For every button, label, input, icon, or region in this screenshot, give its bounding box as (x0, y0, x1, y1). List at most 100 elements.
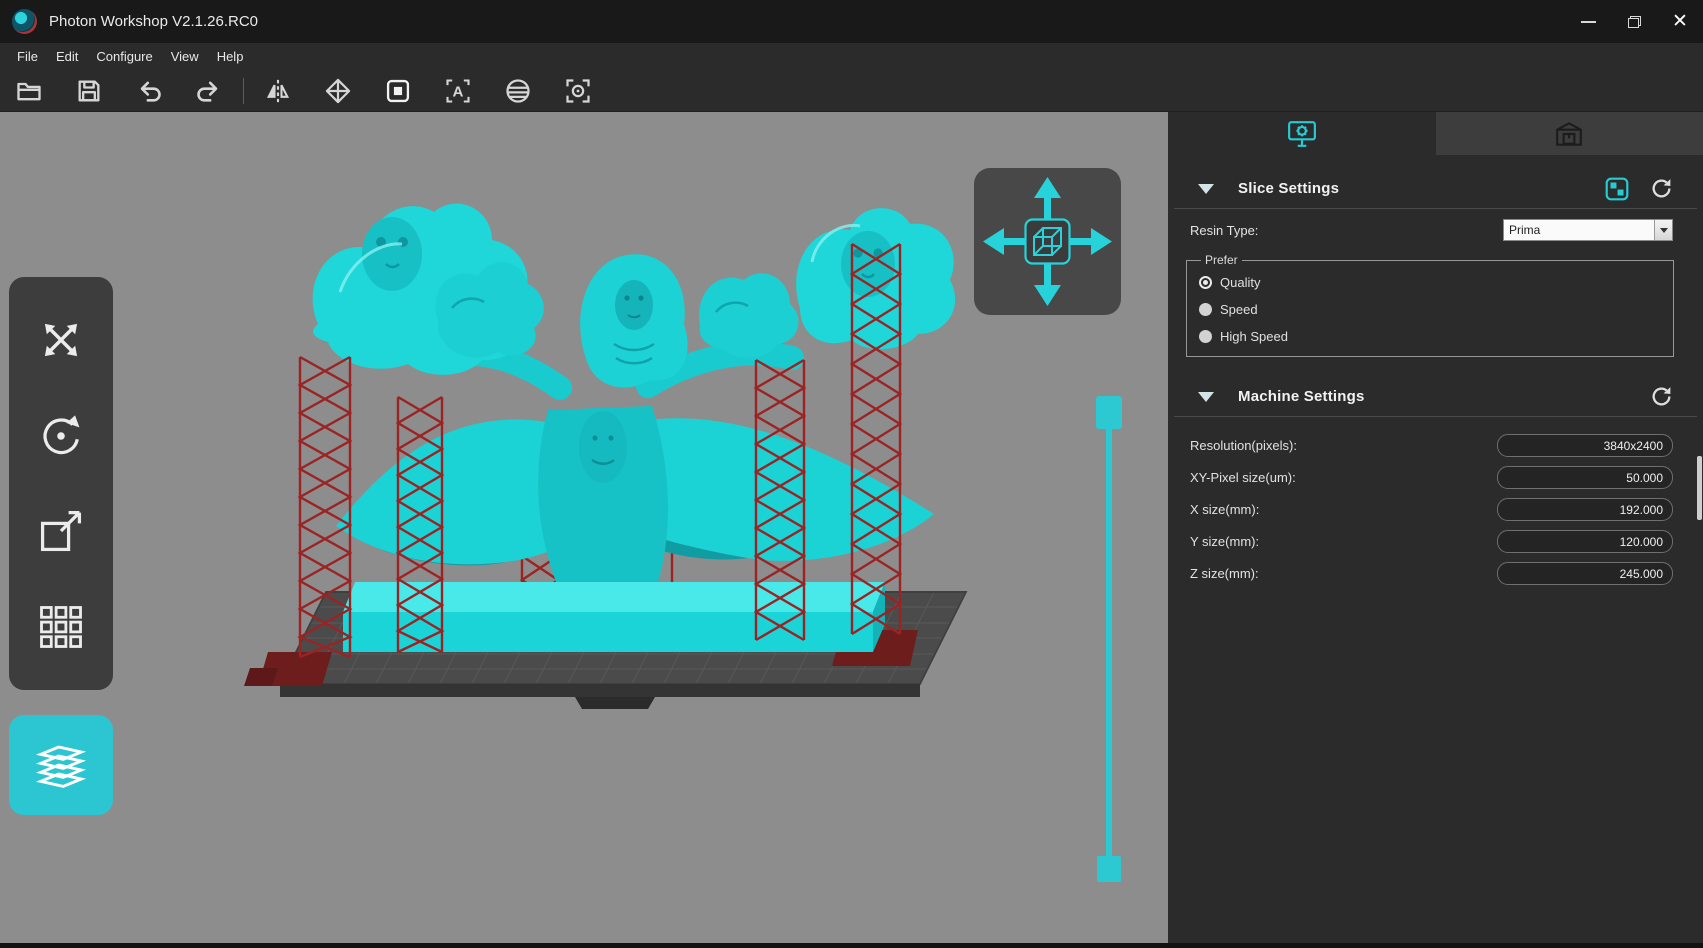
main-toolbar: A (0, 70, 1703, 112)
app-window: Photon Workshop V2.1.26.RC0 ✕ File Edit … (0, 0, 1703, 948)
hollow-icon (324, 77, 352, 105)
save-button[interactable] (72, 74, 106, 108)
move-icon (35, 314, 87, 366)
nav-home-cube[interactable] (1026, 220, 1070, 264)
rotate-tool-button[interactable] (29, 404, 93, 468)
xy-pixel-size-input[interactable] (1497, 466, 1673, 489)
slice-refresh-button[interactable] (1650, 177, 1673, 200)
minimize-button[interactable] (1565, 0, 1611, 43)
app-logo-icon (12, 9, 37, 34)
menu-view[interactable]: View (162, 46, 208, 67)
model-sculpture (313, 204, 955, 582)
refresh-icon (1650, 385, 1673, 408)
resin-type-row: Resin Type: Prima (1190, 219, 1673, 241)
text-tool-icon: A (444, 77, 472, 105)
punch-hole-icon (384, 77, 412, 105)
layers-icon (34, 738, 88, 792)
scale-tool-button[interactable] (29, 499, 93, 563)
menu-file[interactable]: File (8, 46, 47, 67)
main-area: Slice Settings (0, 112, 1703, 943)
resin-type-value: Prima (1504, 220, 1654, 240)
menu-edit[interactable]: Edit (47, 46, 87, 67)
view-navigation-widget (974, 168, 1121, 315)
hollow-button[interactable] (321, 74, 355, 108)
collapse-triangle-icon[interactable] (1198, 184, 1214, 194)
open-button[interactable] (12, 74, 46, 108)
monitor-gear-icon (1287, 120, 1317, 148)
resin-type-label: Resin Type: (1190, 223, 1258, 238)
slice-layers-button[interactable] (9, 715, 113, 815)
menu-help[interactable]: Help (208, 46, 253, 67)
z-size-input[interactable] (1497, 562, 1673, 585)
resolution-row: Resolution(pixels): (1190, 434, 1673, 457)
printer-icon (1554, 120, 1584, 148)
close-button[interactable]: ✕ (1657, 0, 1703, 43)
resin-type-dropdown-button[interactable] (1654, 220, 1672, 240)
chevron-down-icon (1660, 228, 1668, 233)
slice-settings-header: Slice Settings (1174, 169, 1697, 209)
left-tool-palette (9, 277, 113, 690)
slice-config-icon (1604, 176, 1630, 202)
xy-pixel-size-row: XY-Pixel size(um): (1190, 466, 1673, 489)
menu-bar: File Edit Configure View Help (0, 43, 1703, 70)
settings-panel: Slice Settings (1168, 112, 1703, 943)
minimize-icon (1581, 21, 1596, 23)
undo-icon (135, 77, 163, 105)
prefer-groupbox: Prefer Quality Speed High Speed (1186, 253, 1674, 357)
toolbar-separator (243, 78, 244, 104)
radio-high-speed[interactable]: High Speed (1199, 329, 1661, 344)
z-slider-bottom-cap[interactable] (1097, 856, 1121, 882)
tab-slice-settings[interactable] (1168, 112, 1436, 155)
undo-button[interactable] (132, 74, 166, 108)
punch-hole-button[interactable] (381, 74, 415, 108)
resolution-input[interactable] (1497, 434, 1673, 457)
y-size-input[interactable] (1497, 530, 1673, 553)
scale-icon (35, 505, 87, 557)
y-size-row: Y size(mm): (1190, 530, 1673, 553)
auto-detect-button[interactable] (561, 74, 595, 108)
slice-preview-icon (504, 77, 532, 105)
x-size-input[interactable] (1497, 498, 1673, 521)
x-size-row: X size(mm): (1190, 498, 1673, 521)
array-tool-button[interactable] (29, 595, 93, 659)
panel-scrollbar-thumb[interactable] (1697, 456, 1702, 520)
resin-type-select[interactable]: Prima (1503, 219, 1673, 241)
z-slider-handle[interactable] (1096, 396, 1122, 429)
menu-configure[interactable]: Configure (87, 46, 161, 67)
collapse-triangle-icon[interactable] (1198, 392, 1214, 402)
prefer-legend: Prefer (1201, 253, 1242, 267)
machine-refresh-button[interactable] (1650, 385, 1673, 408)
window-title: Photon Workshop V2.1.26.RC0 (49, 13, 258, 30)
svg-text:A: A (453, 83, 464, 100)
machine-settings-header: Machine Settings (1174, 377, 1697, 417)
panel-tabs (1168, 112, 1703, 155)
radio-quality[interactable]: Quality (1199, 275, 1661, 290)
machine-settings-title: Machine Settings (1238, 388, 1365, 405)
move-tool-button[interactable] (29, 308, 93, 372)
radio-speed[interactable]: Speed (1199, 302, 1661, 317)
tab-printer[interactable] (1436, 112, 1703, 155)
refresh-icon (1650, 177, 1673, 200)
window-bottom-edge (0, 943, 1703, 948)
mirror-button[interactable] (261, 74, 295, 108)
auto-detect-icon (564, 77, 592, 105)
machine-settings-fields: Resolution(pixels): XY-Pixel size(um): X… (1190, 434, 1673, 585)
radio-selected-icon (1199, 276, 1212, 289)
radio-unselected-icon (1199, 330, 1212, 343)
z-slider-track[interactable] (1106, 412, 1112, 864)
rotate-icon (35, 410, 87, 462)
array-icon (35, 601, 87, 653)
restore-icon (1628, 16, 1641, 28)
redo-icon (195, 77, 223, 105)
redo-button[interactable] (192, 74, 226, 108)
viewport (0, 112, 1168, 943)
slice-settings-title: Slice Settings (1238, 180, 1339, 197)
z-size-row: Z size(mm): (1190, 562, 1673, 585)
save-icon (75, 77, 103, 105)
text-tool-button[interactable]: A (441, 74, 475, 108)
mirror-icon (264, 77, 292, 105)
restore-button[interactable] (1611, 0, 1657, 43)
slice-config-button[interactable] (1604, 176, 1630, 202)
title-bar: Photon Workshop V2.1.26.RC0 ✕ (0, 0, 1703, 43)
slice-preview-button[interactable] (501, 74, 535, 108)
